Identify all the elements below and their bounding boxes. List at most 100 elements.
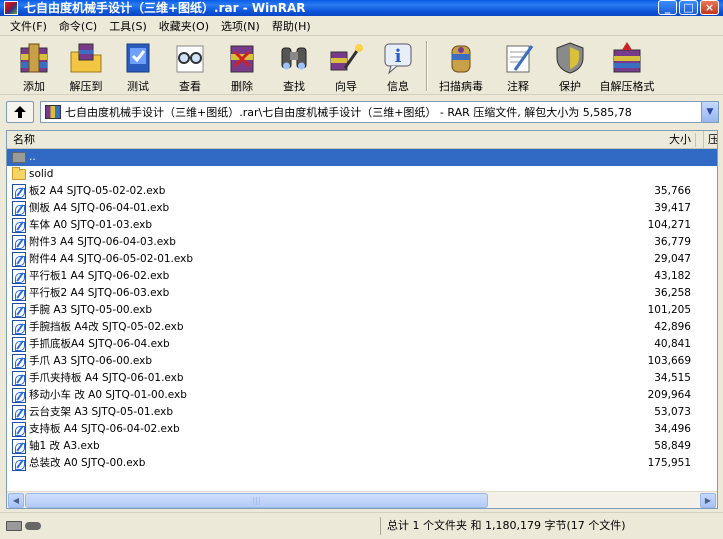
scroll-left-icon[interactable]: ◀ — [8, 493, 24, 508]
file-name: 车体 A0 SJTQ-01-03.exb — [29, 219, 153, 231]
info-button[interactable]: i 信息 — [372, 37, 424, 95]
view-button[interactable]: 查看 — [164, 37, 216, 95]
info-icon: i — [379, 40, 417, 76]
path-text: 七自由度机械手设计（三维+图纸）.rar\七自由度机械手设计（三维+图纸） - … — [65, 106, 632, 119]
maximize-button[interactable]: □ — [679, 0, 698, 15]
close-button[interactable]: × — [700, 0, 719, 15]
file-size: 36,258 — [654, 287, 691, 299]
view-label: 查看 — [179, 80, 201, 93]
wizard-icon — [327, 40, 365, 76]
file-size: 29,047 — [654, 253, 691, 265]
test-label: 测试 — [127, 80, 149, 93]
column-divider[interactable] — [695, 133, 696, 147]
file-row[interactable]: 板2 A4 SJTQ-05-02-02.exb 35,766 — [7, 183, 717, 200]
drive-icon[interactable] — [6, 521, 22, 531]
find-button[interactable]: 查找 — [268, 37, 320, 95]
file-size: 39,417 — [654, 202, 691, 214]
comment-label: 注释 — [507, 80, 529, 93]
file-row[interactable]: 平行板1 A4 SJTQ-06-02.exb 43,182 — [7, 268, 717, 285]
file-row[interactable]: 车体 A0 SJTQ-01-03.exb 104,271 — [7, 217, 717, 234]
scroll-thumb[interactable]: ||| — [25, 493, 488, 508]
view-glasses-icon — [171, 40, 209, 76]
file-row[interactable]: 附件4 A4 SJTQ-06-05-02-01.exb 29,047 — [7, 251, 717, 268]
file-size: 104,271 — [647, 219, 691, 231]
scroll-right-icon[interactable]: ▶ — [700, 493, 716, 508]
rar-archive-icon — [45, 105, 61, 119]
menu-help[interactable]: 帮助(H) — [266, 18, 317, 34]
column-header-size[interactable]: 大小 — [647, 131, 691, 149]
exb-file-icon — [12, 218, 26, 233]
file-row[interactable]: 手抓底板A4 SJTQ-06-04.exb 40,841 — [7, 336, 717, 353]
menu-options[interactable]: 选项(N) — [215, 18, 266, 34]
file-row[interactable]: 支持板 A4 SJTQ-06-04-02.exb 34,496 — [7, 421, 717, 438]
file-size: 58,849 — [654, 440, 691, 452]
virus-scan-label: 扫描病毒 — [439, 80, 483, 93]
file-size: 42,896 — [654, 321, 691, 333]
exb-file-icon — [12, 439, 26, 454]
file-row[interactable]: 移动小车 改 A0 SJTQ-01-00.exb 209,964 — [7, 387, 717, 404]
folder-row[interactable]: solid — [7, 166, 717, 183]
file-name: 总装改 A0 SJTQ-00.exb — [29, 457, 146, 469]
virus-scan-icon — [442, 40, 480, 76]
file-name: 云台支架 A3 SJTQ-05-01.exb — [29, 406, 174, 418]
file-row[interactable]: 手腕 A3 SJTQ-05-00.exb 101,205 — [7, 302, 717, 319]
winrar-app-icon — [4, 1, 18, 15]
file-name: .. — [29, 151, 36, 163]
file-size: 34,515 — [654, 372, 691, 384]
delete-button[interactable]: 删除 — [216, 37, 268, 95]
up-folder-button[interactable] — [6, 101, 34, 123]
file-rows: .. solid 板2 A4 SJTQ-05-02-02.exb 35,766 侧板 A… — [7, 149, 717, 472]
menu-file[interactable]: 文件(F) — [4, 18, 53, 34]
sfx-button[interactable]: 自解压格式 — [596, 37, 658, 95]
file-name: 手爪 A3 SJTQ-06-00.exb — [29, 355, 153, 367]
file-size: 209,964 — [647, 389, 691, 401]
virus-scan-button[interactable]: 扫描病毒 — [430, 37, 492, 95]
file-size: 35,766 — [654, 185, 691, 197]
menu-favorites[interactable]: 收藏夹(O) — [153, 18, 215, 34]
file-row[interactable]: 手爪 A3 SJTQ-06-00.exb 103,669 — [7, 353, 717, 370]
exb-file-icon — [12, 184, 26, 199]
address-bar: 七自由度机械手设计（三维+图纸）.rar\七自由度机械手设计（三维+图纸） - … — [0, 97, 723, 127]
add-button[interactable]: 添加 — [8, 37, 60, 95]
file-name: 平行板1 A4 SJTQ-06-02.exb — [29, 270, 170, 282]
minimize-button[interactable]: _ — [658, 0, 677, 15]
menu-tools[interactable]: 工具(S) — [103, 18, 153, 34]
chevron-down-icon[interactable]: ▼ — [701, 102, 718, 122]
file-row[interactable]: 总装改 A0 SJTQ-00.exb 175,951 — [7, 455, 717, 472]
status-summary: 总计 1 个文件夹 和 1,180,179 字节(17 个文件) — [380, 517, 723, 535]
parent-dir-row[interactable]: .. — [7, 149, 717, 166]
svg-text:i: i — [395, 46, 402, 67]
extract-button[interactable]: 解压到 — [60, 37, 112, 95]
menu-bar: 文件(F) 命令(C) 工具(S) 收藏夹(O) 选项(N) 帮助(H) — [0, 16, 723, 36]
comment-button[interactable]: 注释 — [492, 37, 544, 95]
file-size: 34,496 — [654, 423, 691, 435]
file-name: 手腕 A3 SJTQ-05-00.exb — [29, 304, 153, 316]
exb-file-icon — [12, 286, 26, 301]
test-button[interactable]: 测试 — [112, 37, 164, 95]
protect-button[interactable]: 保护 — [544, 37, 596, 95]
test-icon — [119, 40, 157, 76]
horizontal-scrollbar[interactable]: ◀ ||| ▶ — [7, 491, 717, 508]
file-row[interactable]: 附件3 A4 SJTQ-06-04-03.exb 36,779 — [7, 234, 717, 251]
path-dropdown[interactable]: 七自由度机械手设计（三维+图纸）.rar\七自由度机械手设计（三维+图纸） - … — [40, 101, 719, 123]
file-row[interactable]: 手爪夹持板 A4 SJTQ-06-01.exb 34,515 — [7, 370, 717, 387]
file-row[interactable]: 云台支架 A3 SJTQ-05-01.exb 53,073 — [7, 404, 717, 421]
column-header-packed[interactable]: 压 — [703, 131, 717, 149]
file-size: 43,182 — [654, 270, 691, 282]
file-name: 手抓底板A4 SJTQ-06-04.exb — [29, 338, 170, 350]
key-icon[interactable] — [25, 522, 41, 530]
find-label: 查找 — [283, 80, 305, 93]
wizard-button[interactable]: 向导 — [320, 37, 372, 95]
file-row[interactable]: 平行板2 A4 SJTQ-06-03.exb 36,258 — [7, 285, 717, 302]
exb-file-icon — [12, 252, 26, 267]
menu-commands[interactable]: 命令(C) — [53, 18, 103, 34]
sfx-label: 自解压格式 — [599, 80, 655, 93]
status-bar: 总计 1 个文件夹 和 1,180,179 字节(17 个文件) — [0, 512, 723, 539]
column-header-name[interactable]: 名称 — [13, 131, 35, 149]
file-row[interactable]: 手腕挡板 A4改 SJTQ-05-02.exb 42,896 — [7, 319, 717, 336]
sfx-icon — [608, 40, 646, 76]
file-row[interactable]: 侧板 A4 SJTQ-06-04-01.exb 39,417 — [7, 200, 717, 217]
file-row[interactable]: 轴1 改 A3.exb 58,849 — [7, 438, 717, 455]
file-name: 支持板 A4 SJTQ-06-04-02.exb — [29, 423, 180, 435]
exb-file-icon — [12, 371, 26, 386]
